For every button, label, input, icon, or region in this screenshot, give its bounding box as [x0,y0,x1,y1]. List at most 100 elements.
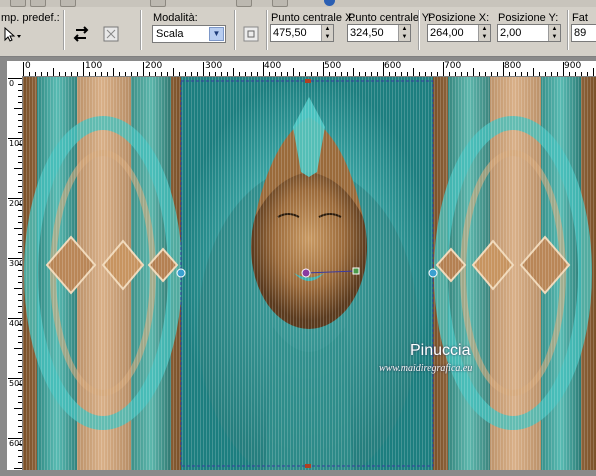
ruler-tick [263,62,264,76]
watermark-url: www.maidiregrafica.eu [379,363,473,374]
ruler-tick [215,72,216,76]
ruler-tick [143,62,144,76]
ruler-tick [473,68,474,76]
ruler-tick [18,402,22,403]
ruler-tick [347,72,348,76]
ruler-tick [18,120,22,121]
toolbar-button-6[interactable] [272,0,288,7]
pos-y-field[interactable]: 2,00 ▲ ▼ [497,24,561,42]
ruler-tick [18,414,22,415]
ruler-tick [18,444,22,445]
canvas-artwork [23,77,596,470]
center-x-field[interactable]: 475,50 ▲ ▼ [270,24,334,42]
ruler-tick [18,432,22,433]
ruler-tick [14,288,22,289]
ruler-tick [18,150,22,151]
ruler-tick [18,342,22,343]
ruler-label: 400 [264,61,282,71]
preset-label: mp. predef.: [1,12,60,24]
ruler-tick [95,72,96,76]
ruler-tick [497,72,498,76]
ruler-tick [83,62,84,76]
ruler-tick [533,68,534,76]
ruler-tick [18,372,22,373]
ruler-tick [14,468,22,469]
ruler-tick [18,204,22,205]
reset-button[interactable] [70,24,92,44]
ruler-tick [18,276,22,277]
center-x-label: Punto centrale X: [271,12,356,24]
ruler-tick [101,72,102,76]
ruler-tick [137,72,138,76]
pos-y-value: 2,00 [500,27,522,39]
center-button[interactable] [240,24,262,44]
ruler-tick [18,270,22,271]
ruler-label: 300 [205,61,223,71]
ruler-tick [8,78,22,79]
ruler-tick [18,354,22,355]
separator [63,10,65,50]
toolbar-button-3[interactable] [60,0,76,7]
ruler-label: 800 [504,61,522,71]
ruler-tick [18,222,22,223]
ruler-tick [359,72,360,76]
ruler-tick [18,450,22,451]
ruler-tick [18,84,22,85]
ruler-tick [8,438,22,439]
ruler-tick [419,72,420,76]
ruler-tick [18,192,22,193]
ruler-tick [18,300,22,301]
toolbar-button-5[interactable] [236,0,252,7]
pick-tool-preset[interactable] [0,25,22,45]
center-y-spinner[interactable]: ▲ ▼ [398,25,410,41]
default-button[interactable] [100,24,122,44]
mode-select[interactable]: Scala ▼ [152,25,226,43]
ruler-tick [569,72,570,76]
ruler-tick [425,72,426,76]
ruler-tick [209,72,210,76]
ruler-tick [18,324,22,325]
ruler-label: 100 [85,61,103,71]
center-y-field[interactable]: 324,50 ▲ ▼ [347,24,411,42]
toolbar-button-1[interactable] [10,0,26,7]
pos-y-spinner[interactable]: ▲ ▼ [548,25,560,41]
ruler-tick [167,72,168,76]
ruler-tick [293,68,294,76]
pos-x-spinner[interactable]: ▲ ▼ [478,25,490,41]
ruler-tick [18,96,22,97]
ruler-tick [431,72,432,76]
ruler-tick [311,72,312,76]
toolbar-button-4[interactable] [150,0,166,7]
help-icon[interactable] [324,0,335,6]
ruler-tick [509,72,510,76]
ruler-tick [515,72,516,76]
ruler-tick [18,360,22,361]
mode-label: Modalità: [153,12,198,24]
ruler-tick [8,258,22,259]
ruler-tick [59,72,60,76]
ruler-tick [197,72,198,76]
ruler-tick [107,72,108,76]
separator [418,10,420,50]
partial-field[interactable]: 89 [571,24,596,42]
ruler-tick [18,174,22,175]
center-x-spinner[interactable]: ▲ ▼ [321,25,333,41]
partial-label: Fat [572,12,588,24]
image-canvas[interactable]: Pinuccia www.maidiregrafica.eu [23,77,596,470]
ruler-tick [527,72,528,76]
reset-icon [73,26,89,42]
ruler-tick [437,72,438,76]
chevron-down-icon[interactable]: ▼ [209,27,224,41]
ruler-tick [173,68,174,76]
preset-icon [103,26,119,42]
ruler-tick [287,72,288,76]
separator [266,10,268,50]
toolbar-button-2[interactable] [30,0,46,7]
ruler-tick [185,72,186,76]
pos-x-field[interactable]: 264,00 ▲ ▼ [427,24,491,42]
ruler-tick [18,264,22,265]
ruler-label: 0 [9,79,15,88]
ruler-tick [18,426,22,427]
ruler-tick [395,72,396,76]
ruler-tick [455,72,456,76]
